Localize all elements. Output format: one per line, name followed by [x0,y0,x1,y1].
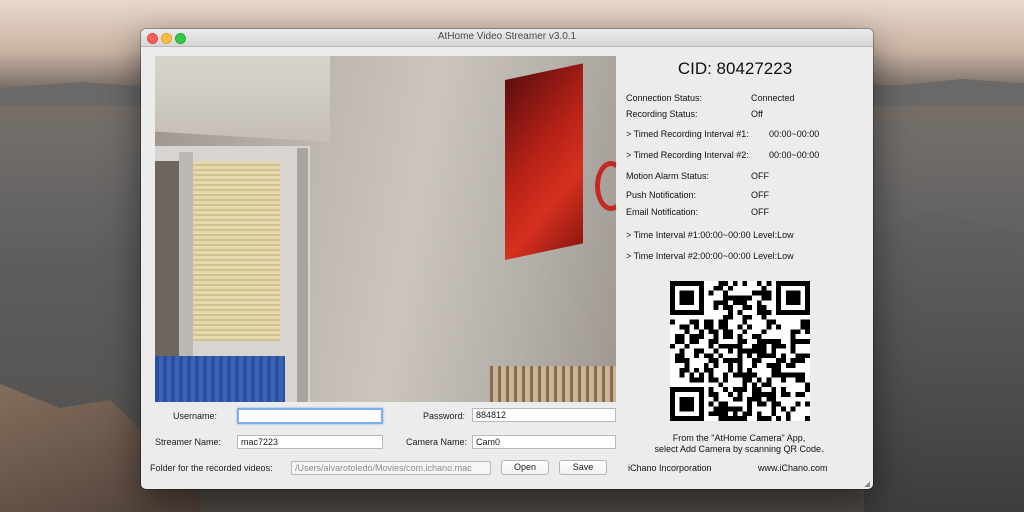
timed-interval-2-value: 00:00~00:00 [769,150,820,160]
username-input[interactable] [237,408,383,424]
timed-interval-1-label: > Timed Recording Interval #1: [626,129,749,139]
folder-path-input[interactable]: /Users/alvarotoledo/Movies/com.ichano.ma… [291,461,491,475]
app-window: AtHome Video Streamer v3.0.1 Username: P… [141,29,873,489]
streamer-name-label: Streamer Name: [154,437,221,447]
recording-status-label: Recording Status: [626,109,698,119]
qr-instructions: From the "AtHome Camera" App, select Add… [621,433,857,455]
push-notification-label: Push Notification: [626,190,697,200]
motion-alarm-label: Motion Alarm Status: [626,171,710,181]
folder-label: Folder for the recorded videos: [150,463,273,473]
open-button[interactable]: Open [501,460,549,475]
streamer-name-input[interactable]: mac7223 [237,435,383,449]
camera-id: CID: 80427223 [677,59,793,78]
timed-interval-2-label: > Timed Recording Interval #2: [626,150,749,160]
qr-code [670,281,810,421]
window-title: AtHome Video Streamer v3.0.1 [437,31,577,42]
push-notification-value: OFF [751,190,769,200]
desktop-right-mountain [864,210,1024,512]
resize-grip[interactable] [864,481,870,487]
qr-instructions-line-2: select Add Camera by scanning QR Code. [654,444,824,454]
company-name: iChano Incorporation [628,463,712,473]
recording-status-value: Off [751,109,763,119]
camera-name-input[interactable]: Cam0 [472,435,616,449]
connection-status-value: Connected [751,93,795,103]
motion-alarm-value: OFF [751,171,769,181]
connection-status-label: Connection Status: [626,93,703,103]
time-interval-2: > Time Interval #2:00:00~00:00 Level:Low [626,251,794,261]
time-interval-1: > Time Interval #1:00:00~00:00 Level:Low [626,230,794,240]
camera-name-label: Camera Name: [405,437,467,447]
timed-interval-1-value: 00:00~00:00 [769,129,820,139]
qr-instructions-line-1: From the "AtHome Camera" App, [672,433,806,443]
title-bar[interactable]: AtHome Video Streamer v3.0.1 [141,29,873,47]
save-button[interactable]: Save [559,460,607,475]
email-notification-label: Email Notification: [626,207,699,217]
email-notification-value: OFF [751,207,769,217]
password-input[interactable]: 884812 [472,408,616,422]
camera-preview [155,56,616,402]
website-link[interactable]: www.iChano.com [758,463,828,473]
password-label: Password: [422,411,465,421]
username-label: Username: [172,411,217,421]
